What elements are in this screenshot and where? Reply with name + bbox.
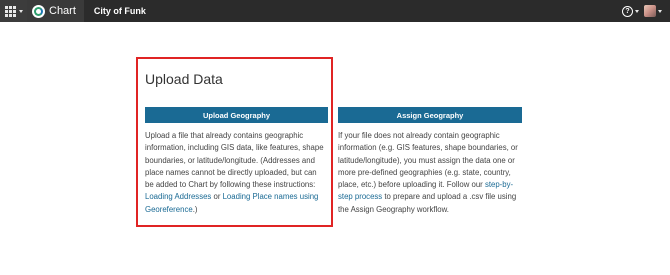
brand-name: Chart [49, 5, 76, 17]
top-right-controls: ? [622, 0, 670, 22]
upload-text-mid: or [211, 192, 223, 202]
apps-grid-icon [4, 5, 16, 17]
avatar [644, 5, 656, 17]
user-menu-button[interactable] [644, 5, 662, 17]
chevron-down-icon [635, 9, 639, 13]
chart-logo-icon [32, 4, 45, 18]
brand-home-link[interactable]: Chart [27, 0, 84, 22]
upload-text-before: Upload a file that already contains geog… [145, 131, 324, 190]
top-navigation-bar: Chart City of Funk ? [0, 0, 670, 22]
loading-addresses-link[interactable]: Loading Addresses [145, 192, 211, 201]
upload-geography-button[interactable]: Upload Geography [145, 107, 328, 123]
help-menu-button[interactable]: ? [622, 5, 639, 17]
apps-menu-button[interactable] [0, 0, 27, 22]
chevron-down-icon [18, 9, 23, 13]
help-icon: ? [622, 5, 633, 17]
assign-description: If your file does not already contain ge… [338, 130, 526, 216]
upload-text-after: .) [192, 204, 198, 214]
page-title: Upload Data [145, 71, 223, 87]
assign-geography-button[interactable]: Assign Geography [338, 107, 522, 123]
organization-name[interactable]: City of Funk [94, 6, 146, 16]
chevron-down-icon [658, 9, 662, 13]
upload-description: Upload a file that already contains geog… [145, 130, 327, 216]
